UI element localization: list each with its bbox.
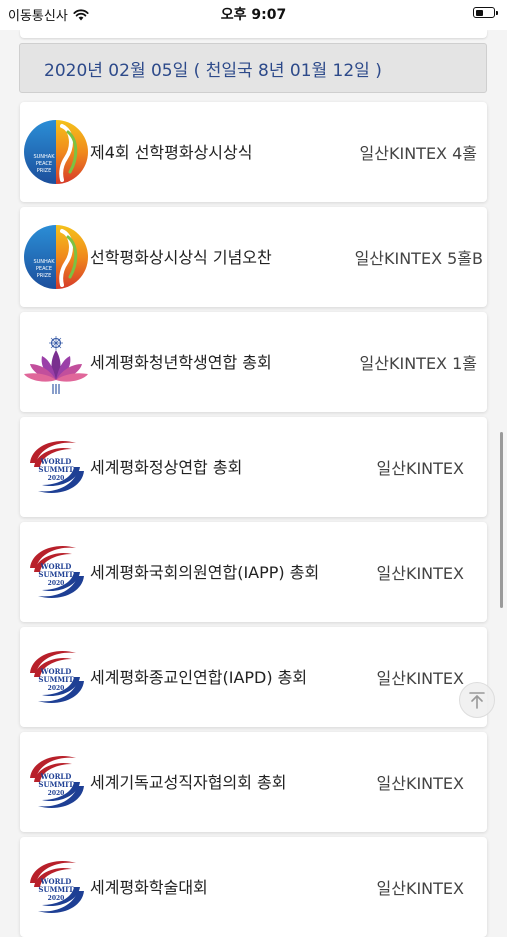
battery-level-fill [475, 9, 483, 16]
svg-text:PEACE: PEACE [36, 266, 52, 272]
event-title: 세계평화학술대회 [90, 877, 208, 897]
svg-text:SUMMIT: SUMMIT [38, 570, 74, 579]
sunhak-peace-prize-logo: SUNHAK PEACE PRIZE [24, 225, 88, 289]
event-venue: 일산KINTEX 4홀 [359, 144, 477, 163]
event-title: 제4회 선학평화상시상식 [90, 142, 253, 162]
svg-text:SUMMIT: SUMMIT [38, 465, 74, 474]
event-venue: 일산KINTEX [376, 879, 464, 898]
event-card[interactable]: WORLD SUMMIT 2020 세계기독교성직자협의회 총회 일산KINTE… [20, 732, 487, 832]
status-bar: 이동통신사 오후 9:07 [0, 0, 507, 30]
date-section-header: 2020년 02월 05일 ( 천일국 8년 01월 12일 ) [19, 43, 487, 93]
lotus-logo [24, 336, 88, 394]
event-title: 세계기독교성직자협의회 총회 [90, 772, 287, 792]
event-venue: 일산KINTEX 5홀B [354, 249, 483, 268]
event-venue: 일산KINTEX [376, 459, 464, 478]
event-title: 세계평화청년학생연합 총회 [90, 352, 272, 372]
world-summit-2020-logo: WORLD SUMMIT 2020 [30, 441, 84, 493]
date-header-text: 2020년 02월 05일 ( 천일국 8년 01월 12일 ) [44, 60, 382, 81]
svg-text:PRIZE: PRIZE [37, 168, 52, 174]
previous-event-card[interactable] [20, 30, 487, 38]
world-summit-2020-logo: WORLD SUMMIT 2020 [30, 756, 84, 808]
world-summit-2020-logo: WORLD SUMMIT 2020 [30, 546, 84, 598]
svg-text:SUNHAK: SUNHAK [33, 259, 55, 265]
world-summit-2020-logo: WORLD SUMMIT 2020 [30, 651, 84, 703]
event-title: 세계평화국회의원연합(IAPP) 총회 [90, 562, 320, 582]
svg-text:2020: 2020 [48, 895, 65, 902]
event-card[interactable]: 세계평화청년학생연합 총회 일산KINTEX 1홀 [20, 312, 487, 412]
world-summit-2020-logo: WORLD SUMMIT 2020 [30, 861, 84, 913]
scroll-indicator[interactable] [500, 432, 503, 608]
scroll-to-top-button[interactable] [459, 682, 495, 718]
event-title: 세계평화정상연합 총회 [90, 457, 243, 477]
svg-text:2020: 2020 [48, 475, 65, 482]
svg-text:SUMMIT: SUMMIT [38, 885, 74, 894]
event-card[interactable]: SUNHAK PEACE PRIZE 선학평화상시상식 기념오찬 일산KINTE… [20, 207, 487, 307]
svg-text:2020: 2020 [48, 580, 65, 587]
event-card[interactable]: WORLD SUMMIT 2020 세계평화정상연합 총회 일산KINTEX [20, 417, 487, 517]
svg-text:SUMMIT: SUMMIT [38, 675, 74, 684]
status-time: 오후 9:07 [220, 7, 287, 23]
sunhak-peace-prize-logo: SUNHAK PEACE PRIZE [24, 120, 88, 184]
arrow-up-icon [469, 692, 485, 709]
svg-text:PEACE: PEACE [36, 161, 52, 167]
event-title: 선학평화상시상식 기념오찬 [90, 247, 272, 267]
event-venue: 일산KINTEX 1홀 [359, 354, 477, 373]
svg-text:PRIZE: PRIZE [37, 273, 52, 279]
event-card[interactable]: SUNHAK PEACE PRIZE 제4회 선학평화상시상식 일산KINTEX… [20, 102, 487, 202]
svg-text:SUNHAK: SUNHAK [33, 154, 55, 160]
battery-icon [473, 7, 498, 18]
event-venue: 일산KINTEX [376, 669, 464, 688]
event-title: 세계평화종교인연합(IAPD) 총회 [90, 667, 308, 687]
event-venue: 일산KINTEX [376, 564, 464, 583]
event-venue: 일산KINTEX [376, 774, 464, 793]
svg-text:SUMMIT: SUMMIT [38, 780, 74, 789]
event-card[interactable]: WORLD SUMMIT 2020 세계평화종교인연합(IAPD) 총회 일산K… [20, 627, 487, 727]
event-card[interactable]: WORLD SUMMIT 2020 세계평화학술대회 일산KINTEX [20, 837, 487, 937]
svg-text:2020: 2020 [48, 790, 65, 797]
event-card[interactable]: WORLD SUMMIT 2020 세계평화국회의원연합(IAPP) 총회 일산… [20, 522, 487, 622]
svg-text:2020: 2020 [48, 685, 65, 692]
